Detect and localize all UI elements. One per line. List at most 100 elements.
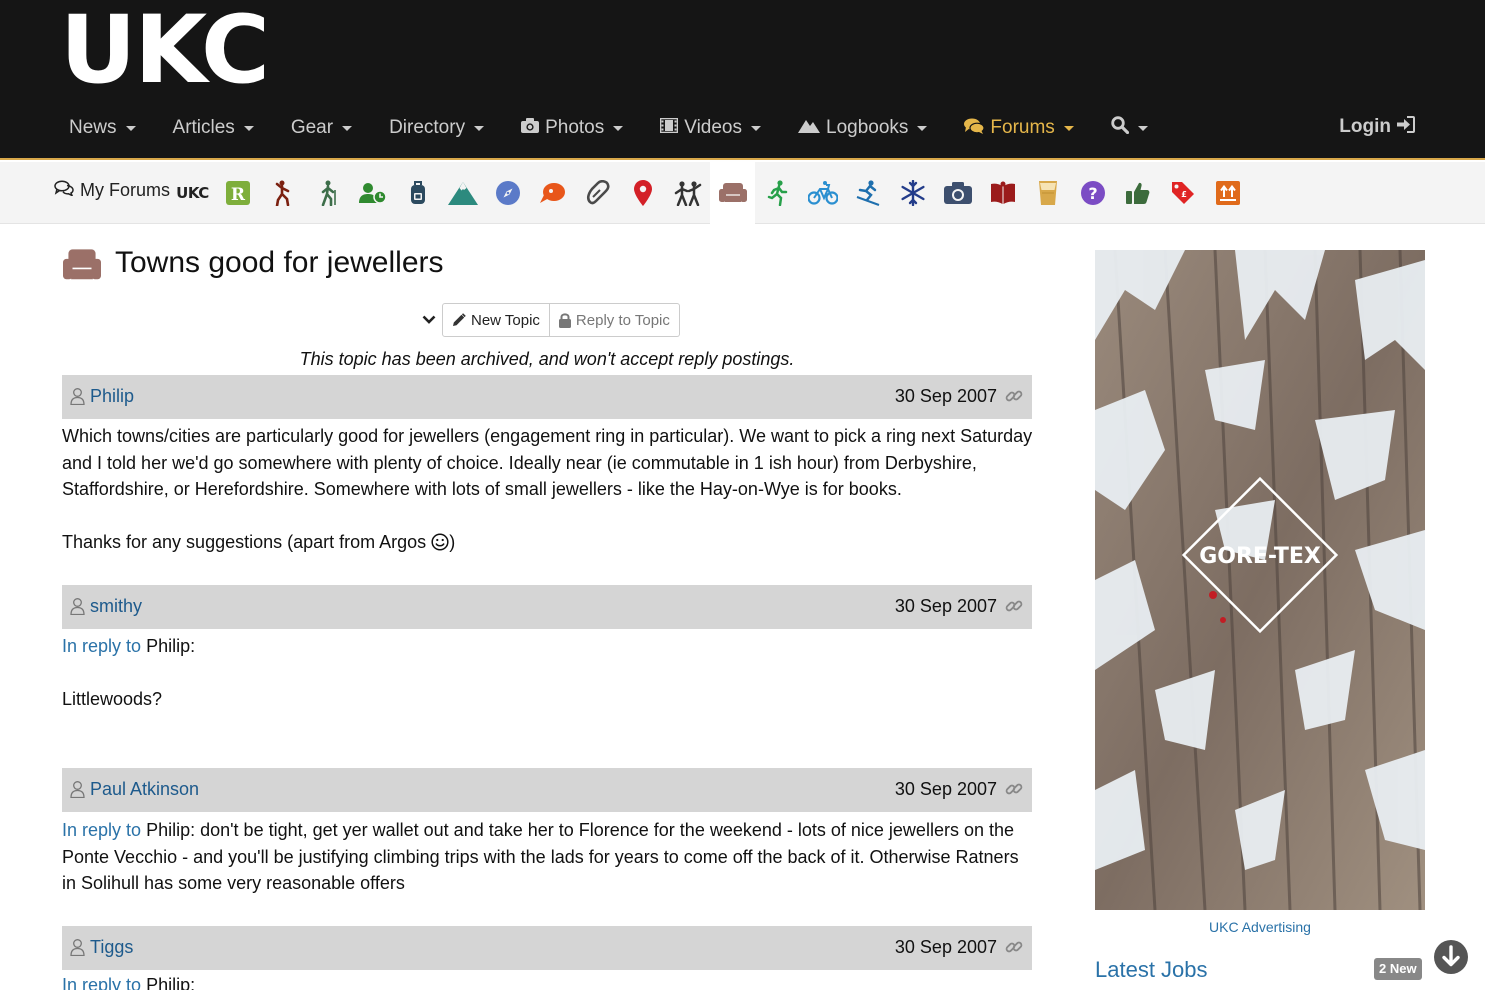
caret-down-icon	[342, 125, 353, 131]
forum-rockfax[interactable]: R	[215, 162, 260, 224]
forum-category-icons: UKC R ? £	[170, 162, 1250, 224]
reply-to-topic-button[interactable]: Reply to Topic	[549, 303, 680, 337]
login-label: Login	[1339, 116, 1391, 137]
forum-winter[interactable]	[890, 162, 935, 224]
users-icon	[358, 183, 387, 204]
nav-forums[interactable]: Forums	[955, 117, 1082, 139]
reply-target: Philip:	[146, 975, 196, 990]
link-icon[interactable]	[1005, 597, 1023, 620]
pencil-icon	[452, 313, 466, 327]
forum-routes[interactable]	[485, 162, 530, 224]
forum-recommend[interactable]	[1115, 162, 1160, 224]
post-text: In reply to Philip:	[62, 633, 1037, 660]
thumbs-up-icon	[1125, 182, 1149, 204]
forum-books[interactable]	[980, 162, 1025, 224]
book-icon	[990, 181, 1015, 204]
link-icon[interactable]	[1005, 387, 1023, 410]
scroll-down-button[interactable]	[1433, 939, 1469, 975]
question-icon: ?	[1080, 181, 1105, 205]
post-author-name: Tiggs	[90, 937, 134, 957]
forum-off-belay[interactable]	[710, 162, 755, 224]
in-reply-to-link[interactable]: In reply to	[62, 820, 141, 840]
caret-down-icon	[474, 125, 485, 131]
forum-uploads[interactable]	[1205, 162, 1250, 224]
forum-walking[interactable]	[305, 162, 350, 224]
nav-videos-label: Videos	[684, 117, 742, 138]
nav-directory[interactable]: Directory	[380, 117, 493, 139]
forum-gear[interactable]	[395, 162, 440, 224]
chevron-down-icon[interactable]	[418, 303, 440, 337]
nav-directory-label: Directory	[389, 117, 466, 138]
search-icon	[1111, 116, 1129, 140]
nav-search[interactable]	[1102, 116, 1157, 140]
new-topic-button[interactable]: New Topic	[442, 303, 550, 337]
forum-help[interactable]: ?	[1070, 162, 1115, 224]
caret-down-icon	[1137, 125, 1148, 131]
nav-forums-label: Forums	[990, 117, 1055, 138]
user-icon	[70, 598, 85, 615]
forum-climbing[interactable]	[260, 162, 305, 224]
post-header: Paul Atkinson 30 Sep 2007	[62, 768, 1032, 812]
forum-cycling[interactable]	[800, 162, 845, 224]
nav-logbooks[interactable]: Logbooks	[789, 117, 936, 139]
login-button[interactable]: Login	[1339, 116, 1415, 138]
forum-sport[interactable]	[575, 162, 620, 224]
svg-text:R: R	[230, 185, 245, 205]
nav-gear[interactable]: Gear	[282, 117, 361, 139]
my-forums-link[interactable]: My Forums	[54, 180, 170, 201]
forum-for-sale[interactable]: £	[1160, 162, 1205, 224]
caret-down-icon	[917, 125, 928, 131]
forum-mountaineering[interactable]	[440, 162, 485, 224]
nav-articles[interactable]: Articles	[164, 117, 263, 139]
advert-caption[interactable]: UKC Advertising	[1095, 919, 1425, 935]
user-icon	[70, 388, 85, 405]
forum-partner-find[interactable]	[665, 162, 710, 224]
camera-icon	[521, 118, 540, 138]
rockfax-icon: R	[225, 181, 250, 205]
forum-partners[interactable]	[350, 162, 395, 224]
smiley-icon	[431, 532, 449, 559]
nav-videos[interactable]: Videos	[651, 117, 770, 139]
post-text: In reply to Philip:	[62, 972, 1037, 990]
advert-logo-text: GORE-TEX	[1199, 544, 1321, 569]
nav-photos-label: Photos	[545, 117, 605, 138]
nav-articles-label: Articles	[172, 117, 235, 138]
in-reply-to-link[interactable]: In reply to	[62, 975, 141, 990]
latest-jobs-heading[interactable]: Latest Jobs	[1095, 957, 1208, 983]
post-author[interactable]: Philip	[70, 386, 134, 407]
forum-locations[interactable]	[620, 162, 665, 224]
forum-ukc[interactable]: UKC	[170, 162, 215, 224]
film-icon	[659, 117, 679, 138]
bike-icon	[807, 181, 838, 205]
ukc-logo[interactable]: UKC	[60, 4, 270, 98]
link-icon[interactable]	[1005, 780, 1023, 803]
post-header: smithy 30 Sep 2007	[62, 585, 1032, 629]
forum-running[interactable]	[755, 162, 800, 224]
post-author[interactable]: Tiggs	[70, 937, 133, 958]
nav-photos[interactable]: Photos	[512, 117, 632, 139]
forum-photography[interactable]	[935, 162, 980, 224]
post-text: Littlewoods?	[62, 689, 163, 709]
user-icon	[70, 781, 85, 798]
link-icon[interactable]	[1005, 938, 1023, 961]
sofa-icon	[718, 183, 747, 202]
forum-chat[interactable]	[530, 162, 575, 224]
nav-logbooks-label: Logbooks	[826, 117, 909, 138]
post-author[interactable]: Paul Atkinson	[70, 779, 199, 800]
comments-icon	[964, 118, 986, 139]
post-text: Which towns/cities are particularly good…	[62, 426, 1033, 499]
post-author-name: Paul Atkinson	[90, 779, 200, 799]
post-header: Tiggs 30 Sep 2007	[62, 926, 1032, 970]
in-reply-to-link[interactable]: In reply to	[62, 636, 141, 656]
sofa-icon	[63, 248, 101, 287]
forum-skiing[interactable]	[845, 162, 890, 224]
backpack-icon	[410, 181, 425, 204]
advert-image[interactable]: GORE-TEX	[1095, 250, 1425, 910]
post-body: In reply to Philip:	[62, 972, 1037, 990]
forum-pub[interactable]	[1025, 162, 1070, 224]
post-author[interactable]: smithy	[70, 596, 142, 617]
ukc-icon: UKC	[176, 184, 209, 202]
nav-news[interactable]: News	[60, 117, 145, 139]
caret-down-icon	[243, 125, 254, 131]
caret-down-icon	[613, 125, 624, 131]
